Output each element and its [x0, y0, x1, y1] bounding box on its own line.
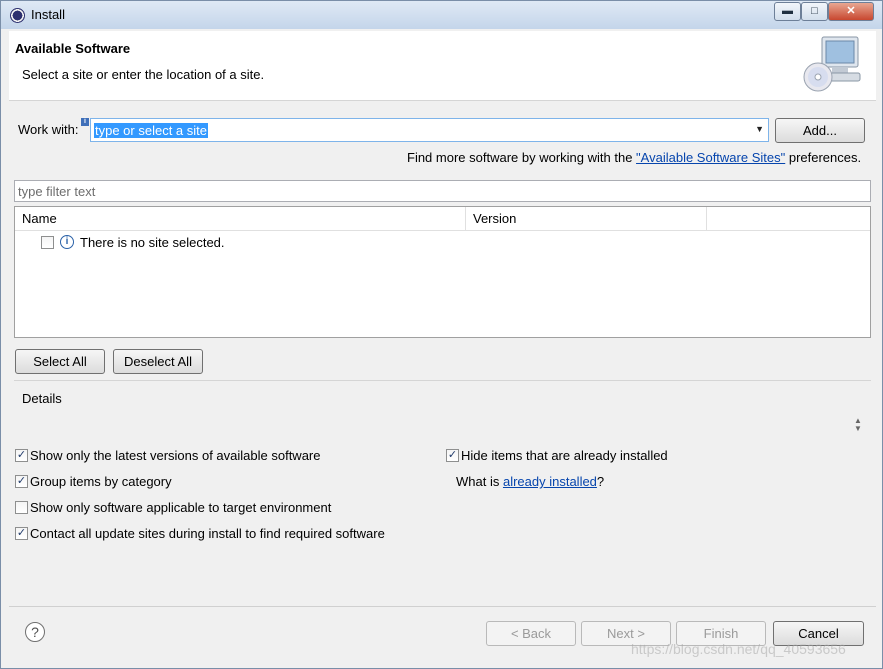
details-title: Details: [22, 391, 62, 406]
what-is-installed: What is already installed?: [456, 474, 604, 489]
select-all-button[interactable]: Select All: [15, 349, 105, 374]
window-title: Install: [31, 7, 65, 22]
available-sites-hint: Find more software by working with the "…: [407, 150, 861, 165]
details-group: Details ▲ ▼: [14, 380, 871, 440]
latest-versions-label: Show only the latest versions of availab…: [30, 448, 321, 463]
work-with-combo[interactable]: type or select a site ▼: [90, 118, 769, 142]
available-software-sites-link[interactable]: "Available Software Sites": [636, 150, 785, 165]
eclipse-icon: [10, 8, 25, 23]
what-is-text: What is: [456, 474, 503, 489]
row-checkbox[interactable]: [41, 236, 54, 249]
info-decoration-icon: i: [81, 118, 89, 126]
group-by-category-label: Group items by category: [30, 474, 172, 489]
close-button[interactable]: ✕: [828, 2, 874, 21]
help-icon[interactable]: ?: [25, 622, 45, 642]
maximize-button[interactable]: □: [801, 2, 828, 21]
hide-installed-checkbox[interactable]: ✓: [446, 449, 459, 462]
install-dialog: Install ▬ □ ✕ Available Software Select …: [0, 0, 883, 669]
footer-separator: [9, 606, 876, 607]
software-table: Name Version i There is no site selected…: [14, 206, 871, 338]
filter-input[interactable]: type filter text: [14, 180, 871, 202]
maximize-icon: □: [811, 5, 818, 17]
work-with-value: type or select a site: [94, 123, 208, 138]
back-button[interactable]: < Back: [486, 621, 576, 646]
no-site-message: There is no site selected.: [80, 235, 225, 250]
minimize-icon: ▬: [782, 5, 793, 17]
hide-installed-label: Hide items that are already installed: [461, 448, 668, 463]
group-by-category-checkbox[interactable]: ✓: [15, 475, 28, 488]
info-icon: i: [60, 235, 74, 249]
contact-sites-label: Contact all update sites during install …: [30, 526, 385, 541]
work-with-label: Work with:: [18, 122, 79, 137]
details-scroll-arrows-icon[interactable]: ▲ ▼: [854, 417, 862, 433]
column-header-version[interactable]: Version: [466, 207, 707, 231]
hint-text-after: preferences.: [785, 150, 862, 165]
wizard-header: Available Software Select a site or ente…: [9, 31, 876, 101]
page-title: Available Software: [15, 41, 131, 56]
hint-text-before: Find more software by working with the: [407, 150, 637, 165]
add-site-button[interactable]: Add...: [775, 118, 865, 143]
filter-placeholder: type filter text: [18, 184, 96, 199]
computer-cd-icon: [803, 36, 861, 92]
column-header-empty: [707, 207, 870, 231]
already-installed-link[interactable]: already installed: [503, 474, 597, 489]
question-mark-text: ?: [596, 474, 605, 489]
target-environment-label: Show only software applicable to target …: [30, 500, 332, 515]
target-environment-checkbox[interactable]: [15, 501, 28, 514]
contact-sites-checkbox[interactable]: ✓: [15, 527, 28, 540]
chevron-down-icon[interactable]: ▼: [755, 124, 764, 134]
column-header-name[interactable]: Name: [15, 207, 466, 231]
latest-versions-checkbox[interactable]: ✓: [15, 449, 28, 462]
deselect-all-button[interactable]: Deselect All: [113, 349, 203, 374]
title-bar: Install ▬ □ ✕: [1, 1, 882, 29]
page-description: Select a site or enter the location of a…: [22, 67, 265, 82]
watermark: https://blog.csdn.net/qq_40593656: [631, 641, 846, 657]
close-icon: ✕: [846, 5, 856, 17]
minimize-button[interactable]: ▬: [774, 2, 801, 21]
